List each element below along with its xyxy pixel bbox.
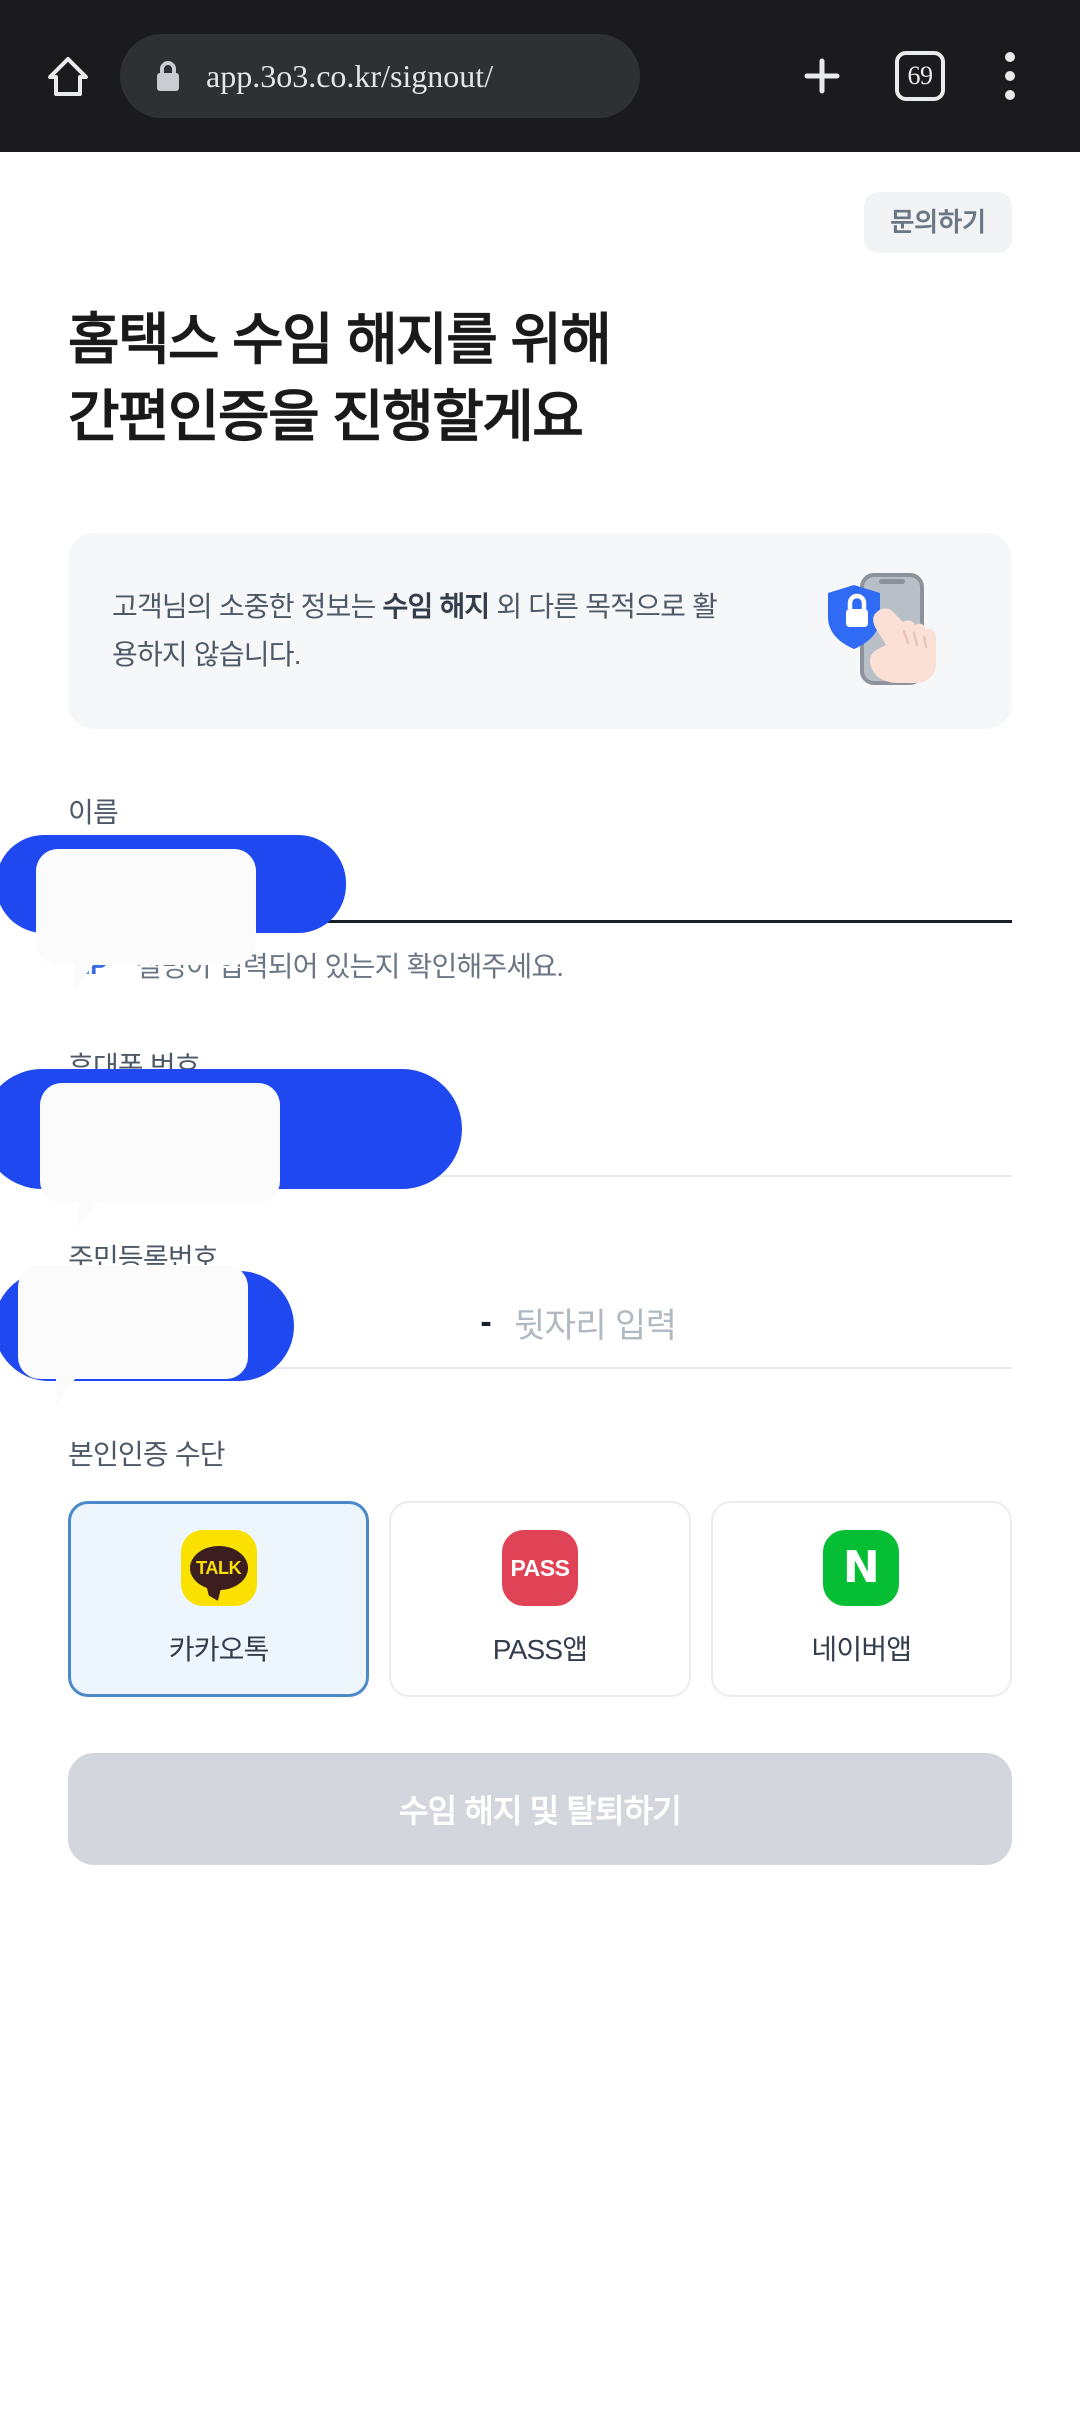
browser-toolbar: app.3o3.co.kr/signout/ 69	[0, 0, 1080, 152]
tab-switcher-button[interactable]: 69	[872, 31, 968, 121]
rrn-row: - 뒷자리 입력	[68, 1298, 1012, 1347]
phone-field-label: 휴대폰 번호	[68, 1051, 201, 1083]
tip-text: 실명이 입력되어 있는지 확인해주세요.	[136, 951, 564, 983]
kakaotalk-icon: TALK	[180, 1530, 257, 1607]
privacy-notice-text: 고객님의 소중한 정보는 수임 해지 외 다른 목적으로 활용하지 않습니다.	[112, 583, 732, 679]
page-title-line-1: 홈택스 수임 해지를 위해	[68, 307, 612, 371]
name-input-row[interactable]	[68, 831, 1012, 924]
auth-option-pass[interactable]: PASS PASS앱	[389, 1501, 691, 1698]
url-bar[interactable]: app.3o3.co.kr/signout/	[120, 34, 640, 118]
rrn-back-input[interactable]: 뒷자리 입력	[514, 1298, 677, 1347]
tip-badge: TIP	[68, 949, 107, 980]
pass-icon-text: PASS	[510, 1554, 570, 1581]
page-topbar: 문의하기	[68, 152, 1012, 253]
kakao-speech-bubble: TALK	[189, 1546, 248, 1591]
pass-app-icon: PASS	[501, 1530, 578, 1607]
auth-option-kakao[interactable]: TALK 카카오톡	[68, 1501, 370, 1698]
name-field-label: 이름	[68, 797, 119, 829]
browser-actions: 69	[772, 31, 1052, 121]
page-content: 문의하기 홈택스 수임 해지를 위해 간편인증을 진행할게요 고객님의 소중한 …	[0, 152, 1080, 2424]
page-title-line-2: 간편인증을 진행할게요	[68, 384, 584, 448]
naver-icon-text: N	[842, 1542, 880, 1594]
page-title: 홈택스 수임 해지를 위해 간편인증을 진행할게요	[68, 301, 1012, 456]
rrn-field-group: 주민등록번호 - 뒷자리 입력	[0, 1237, 1012, 1406]
url-text: app.3o3.co.kr/signout/	[206, 57, 494, 94]
rrn-input-row[interactable]: - 뒷자리 입력	[68, 1277, 1012, 1370]
rrn-field-label: 주민등록번호	[68, 1243, 219, 1275]
auth-method-label: 본인인증 수단	[68, 1439, 226, 1471]
submit-button[interactable]: 수임 해지 및 탈퇴하기	[68, 1753, 1012, 1866]
auth-option-naver[interactable]: N 네이버앱	[710, 1501, 1012, 1698]
auth-method-section: 본인인증 수단 TALK 카카오톡 PASS PASS앱 N 네이버앱	[68, 1433, 1012, 1698]
rrn-separator: -	[480, 1302, 492, 1341]
three-dot-menu-icon[interactable]	[968, 31, 1052, 121]
notice-text-bold: 수임 해지	[382, 590, 491, 622]
auth-method-grid: TALK 카카오톡 PASS PASS앱 N 네이버앱	[68, 1501, 1012, 1698]
name-field-group: 이름 TIP 실명이 입력되어 있는지 확인해주세요.	[0, 791, 1012, 992]
naver-app-icon: N	[823, 1530, 900, 1607]
lock-icon	[154, 59, 184, 93]
auth-option-naver-label: 네이버앱	[811, 1634, 912, 1666]
tab-count: 69	[895, 51, 945, 101]
auth-option-pass-label: PASS앱	[492, 1634, 588, 1666]
privacy-notice-card: 고객님의 소중한 정보는 수임 해지 외 다른 목적으로 활용하지 않습니다.	[68, 533, 1012, 730]
kakao-icon-text: TALK	[196, 1557, 242, 1578]
notice-text-before: 고객님의 소중한 정보는	[112, 590, 383, 622]
phone-field-group: 휴대폰 번호	[0, 1045, 1012, 1230]
home-icon[interactable]	[40, 48, 96, 104]
phone-input-row[interactable]	[68, 1085, 1012, 1178]
name-tip-row: TIP 실명이 입력되어 있는지 확인해주세요.	[68, 945, 1012, 985]
contact-button[interactable]: 문의하기	[864, 192, 1012, 253]
new-tab-button[interactable]	[772, 31, 872, 121]
phone-shield-lock-hand-illustration	[816, 561, 956, 701]
auth-option-kakao-label: 카카오톡	[168, 1634, 270, 1666]
